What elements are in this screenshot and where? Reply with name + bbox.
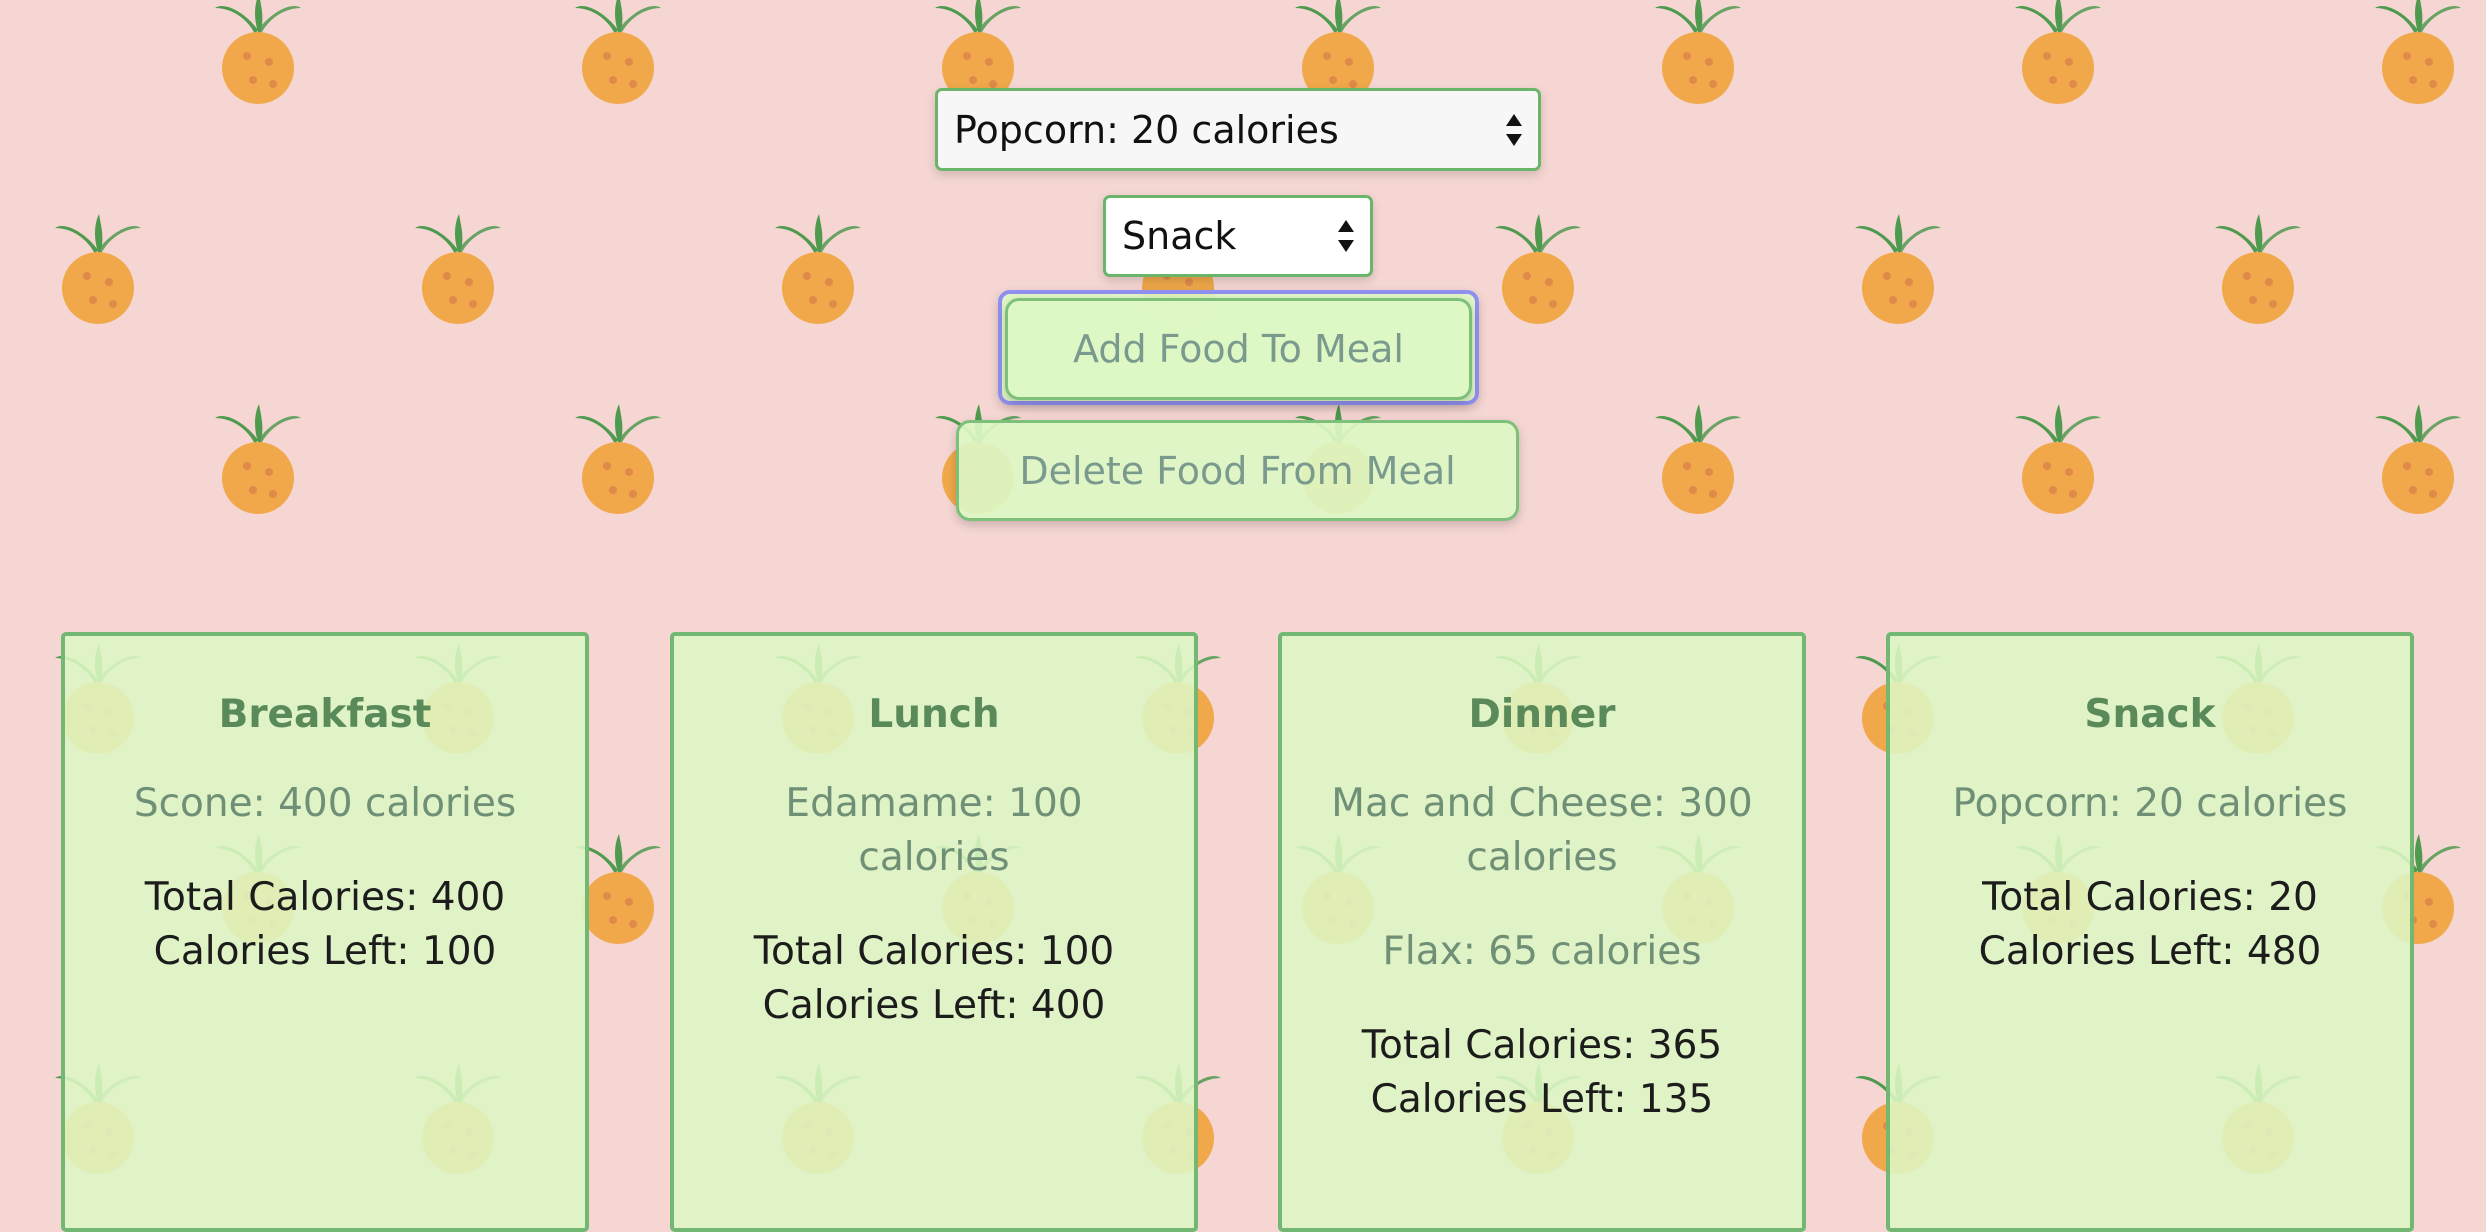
meal-card-dinner: Dinner Mac and Cheese: 300 calories Flax… [1278, 632, 1806, 1232]
delete-food-button[interactable]: Delete Food From Meal [956, 420, 1519, 521]
total-calories: Total Calories: 400 [144, 875, 506, 920]
food-list: Mac and Cheese: 300 calories Flax: 65 ca… [1282, 777, 1802, 979]
calories-left: Calories Left: 135 [1370, 1077, 1714, 1122]
delete-food-button-label: Delete Food From Meal [1019, 448, 1456, 493]
food-item: Popcorn: 20 calories [1952, 781, 2348, 826]
total-calories: Total Calories: 20 [1982, 875, 2318, 920]
meal-card-snack: Snack Popcorn: 20 calories Total Calorie… [1886, 632, 2414, 1232]
meal-controls: Popcorn: 20 calories Snack Add Food To M… [0, 0, 2486, 540]
calories-left: Calories Left: 400 [762, 983, 1106, 1028]
meal-title: Lunch [868, 692, 1000, 737]
food-select-value: Popcorn: 20 calories [954, 107, 1339, 152]
add-food-button[interactable]: Add Food To Meal [1005, 298, 1472, 400]
meal-title: Breakfast [218, 692, 432, 737]
meal-totals: Total Calories: 20 Calories Left: 480 [1890, 871, 2410, 979]
meal-totals: Total Calories: 100 Calories Left: 400 [674, 925, 1194, 1033]
food-list: Edamame: 100 calories [674, 777, 1194, 885]
meal-title: Dinner [1468, 692, 1616, 737]
food-item: Flax: 65 calories [1382, 929, 1702, 974]
total-calories: Total Calories: 365 [1361, 1023, 1723, 1068]
food-item: Edamame: 100 calories [785, 781, 1083, 880]
food-list: Popcorn: 20 calories [1890, 777, 2410, 831]
total-calories: Total Calories: 100 [753, 929, 1115, 974]
meal-select[interactable]: Snack [1103, 195, 1373, 277]
meal-totals: Total Calories: 400 Calories Left: 100 [65, 871, 585, 979]
meal-totals: Total Calories: 365 Calories Left: 135 [1282, 1019, 1802, 1127]
food-item: Scone: 400 calories [133, 781, 517, 826]
meal-card-breakfast: Breakfast Scone: 400 calories Total Calo… [61, 632, 589, 1232]
meal-card-lunch: Lunch Edamame: 100 calories Total Calori… [670, 632, 1198, 1232]
up-down-arrows-icon [1338, 220, 1354, 252]
meal-select-value: Snack [1122, 214, 1237, 258]
add-food-button-label: Add Food To Meal [1073, 327, 1404, 371]
up-down-arrows-icon [1506, 113, 1522, 146]
food-item: Mac and Cheese: 300 calories [1331, 781, 1753, 880]
food-select[interactable]: Popcorn: 20 calories [935, 88, 1541, 171]
calories-left: Calories Left: 100 [153, 929, 497, 974]
calories-left: Calories Left: 480 [1978, 929, 2322, 974]
food-list: Scone: 400 calories [65, 777, 585, 831]
meal-title: Snack [2084, 692, 2216, 737]
